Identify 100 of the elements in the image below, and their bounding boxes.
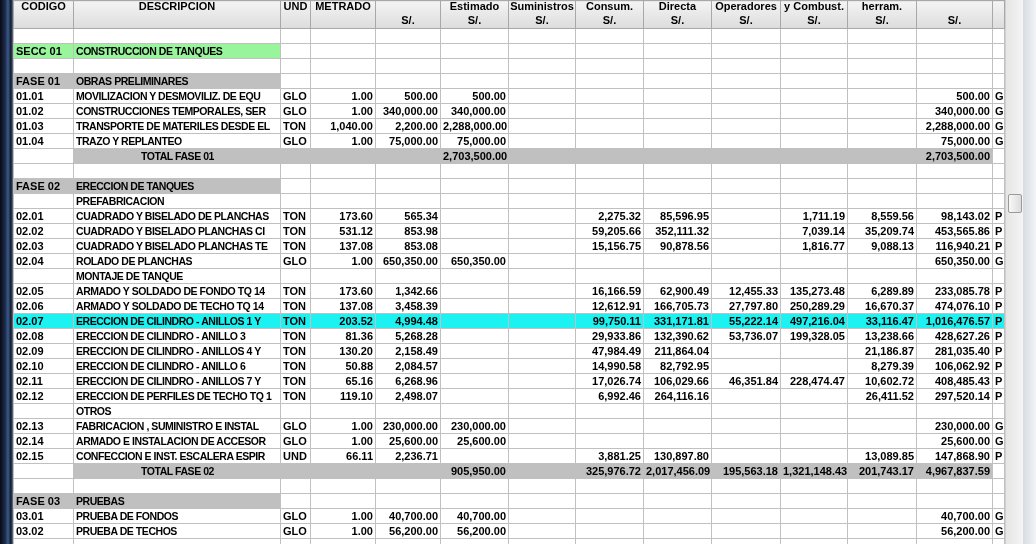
table-cell: 81.36 (310, 328, 376, 344)
table-cell: 33,116.47 (847, 313, 917, 329)
table-cell: 340,000.00 (440, 103, 509, 119)
table-cell: PREFABRICACION (73, 193, 281, 209)
table-cell: 853.98 (375, 223, 441, 239)
table-cell: 98,143.02 (916, 208, 993, 224)
table-cell: 56,200.00 (375, 523, 441, 539)
table-cell: 173.60 (310, 283, 376, 299)
table-cell: 500.00 (375, 88, 441, 104)
table-cell: 106,062.92 (916, 358, 993, 374)
table-cell: 01.02 (13, 103, 74, 119)
column-header[interactable]: Suministros S/. (508, 0, 576, 29)
column-header[interactable]: CODIGO (13, 0, 74, 29)
table-cell: 340,000.00 (916, 103, 993, 119)
column-header[interactable]: UND (280, 0, 311, 29)
table-cell: 46,351.84 (711, 373, 781, 389)
table-cell: 228,474.47 (780, 373, 848, 389)
table-cell: 650,350.00 (440, 253, 509, 269)
table-cell: G (992, 253, 1005, 269)
column-header[interactable]: S/. (916, 0, 993, 29)
table-cell: GLO (280, 433, 311, 449)
table-cell: 1,342.66 (375, 283, 441, 299)
table-cell: G (992, 103, 1005, 119)
table-cell: 7,039.14 (780, 223, 848, 239)
table-cell: 408,485.43 (916, 373, 993, 389)
table-cell: 1.00 (310, 253, 376, 269)
table-cell: G (992, 433, 1005, 449)
table-cell: 2,288,000.00 (440, 118, 509, 134)
table-cell: TON (280, 313, 311, 329)
table-cell: 500.00 (916, 88, 993, 104)
table-cell: 130,897.80 (643, 448, 712, 464)
table-cell: 03.02 (13, 523, 74, 539)
table-cell: GLO (280, 103, 311, 119)
table-cell: ERECCION DE CILINDRO - ANILLOS 1 Y (73, 313, 281, 329)
table-cell: P (992, 283, 1005, 299)
column-header[interactable]: DESCRIPCION (73, 0, 281, 29)
table-cell: 331,171.81 (643, 313, 712, 329)
table-cell: GLO (280, 418, 311, 434)
table-cell: ROLADO DE PLANCHAS (73, 253, 281, 269)
column-header[interactable]: y Combust. S/. (780, 0, 848, 29)
table-cell: 1,711.19 (780, 208, 848, 224)
column-header[interactable]: Directa S/. (643, 0, 712, 29)
table-cell: 147,868.90 (916, 448, 993, 464)
table-cell: G (992, 133, 1005, 149)
table-cell: 02.08 (13, 328, 74, 344)
table-cell: 2,275.32 (575, 208, 644, 224)
table-cell: 8,559.56 (847, 208, 917, 224)
table-cell: 340,000.00 (375, 103, 441, 119)
table-cell: 1.00 (310, 523, 376, 539)
table-cell: FABRICACION , SUMINISTRO E INSTAL (73, 418, 281, 434)
table-cell: 137.08 (310, 238, 376, 254)
table-cell: 47,984.49 (575, 343, 644, 359)
table-cell: 173.60 (310, 208, 376, 224)
column-header[interactable]: S/. (375, 0, 441, 29)
table-cell: MONTAJE DE TANQUE (73, 268, 281, 284)
table-cell: 12,455.33 (711, 283, 781, 299)
table-cell: 230,000.00 (440, 418, 509, 434)
table-cell: 02.11 (13, 373, 74, 389)
table-cell: 565.34 (375, 208, 441, 224)
table-cell: 50.88 (310, 358, 376, 374)
table-cell: 14,990.58 (575, 358, 644, 374)
table-cell: 1.00 (310, 88, 376, 104)
table-cell: 1.00 (310, 433, 376, 449)
table-cell: TON (280, 238, 311, 254)
table-cell: 01.01 (13, 88, 74, 104)
table-cell: 02.13 (13, 418, 74, 434)
table-cell: TON (280, 343, 311, 359)
table-cell: TRAZO Y REPLANTEO (73, 133, 281, 149)
table-cell: P (992, 373, 1005, 389)
column-header[interactable]: Estimado S/. (440, 0, 509, 29)
table-cell: GLO (280, 508, 311, 524)
column-header[interactable]: Consum. S/. (575, 0, 644, 29)
scrollbar[interactable] (1005, 0, 1023, 544)
table-cell: 56,200.00 (440, 523, 509, 539)
table-cell: GLO (280, 523, 311, 539)
table-cell: 1,040.00 (310, 118, 376, 134)
column-header[interactable]: herram. S/. (847, 0, 917, 29)
scroll-thumb[interactable] (1008, 194, 1022, 213)
column-header[interactable]: Operadores S/. (711, 0, 781, 29)
table-cell: 119.10 (310, 388, 376, 404)
table-cell: 15,156.75 (575, 238, 644, 254)
table-cell: TRANSPORTE DE MATERILES DESDE EL (73, 118, 281, 134)
table-cell: P (992, 238, 1005, 254)
table-cell: 1,816.77 (780, 238, 848, 254)
table-cell: 250,289.29 (780, 298, 848, 314)
table-cell: 1.00 (310, 103, 376, 119)
column-header[interactable]: METRADO (310, 0, 376, 29)
table-cell: 2,236.71 (375, 448, 441, 464)
table-cell: 8,279.39 (847, 358, 917, 374)
table-cell: 56,200.00 (916, 523, 993, 539)
table-cell: 25,600.00 (375, 433, 441, 449)
table-cell: 3,458.39 (375, 298, 441, 314)
table-cell: ERECCION DE CILINDRO - ANILLO 6 (73, 358, 281, 374)
table-cell: PRUEBA DE FONDOS (73, 508, 281, 524)
table-cell: 62,900.49 (643, 283, 712, 299)
table-cell: 02.09 (13, 343, 74, 359)
table-cell: 2,200.00 (375, 118, 441, 134)
table-cell: TON (280, 208, 311, 224)
table-cell: 2,288,000.00 (916, 118, 993, 134)
table-cell: GLO (280, 133, 311, 149)
